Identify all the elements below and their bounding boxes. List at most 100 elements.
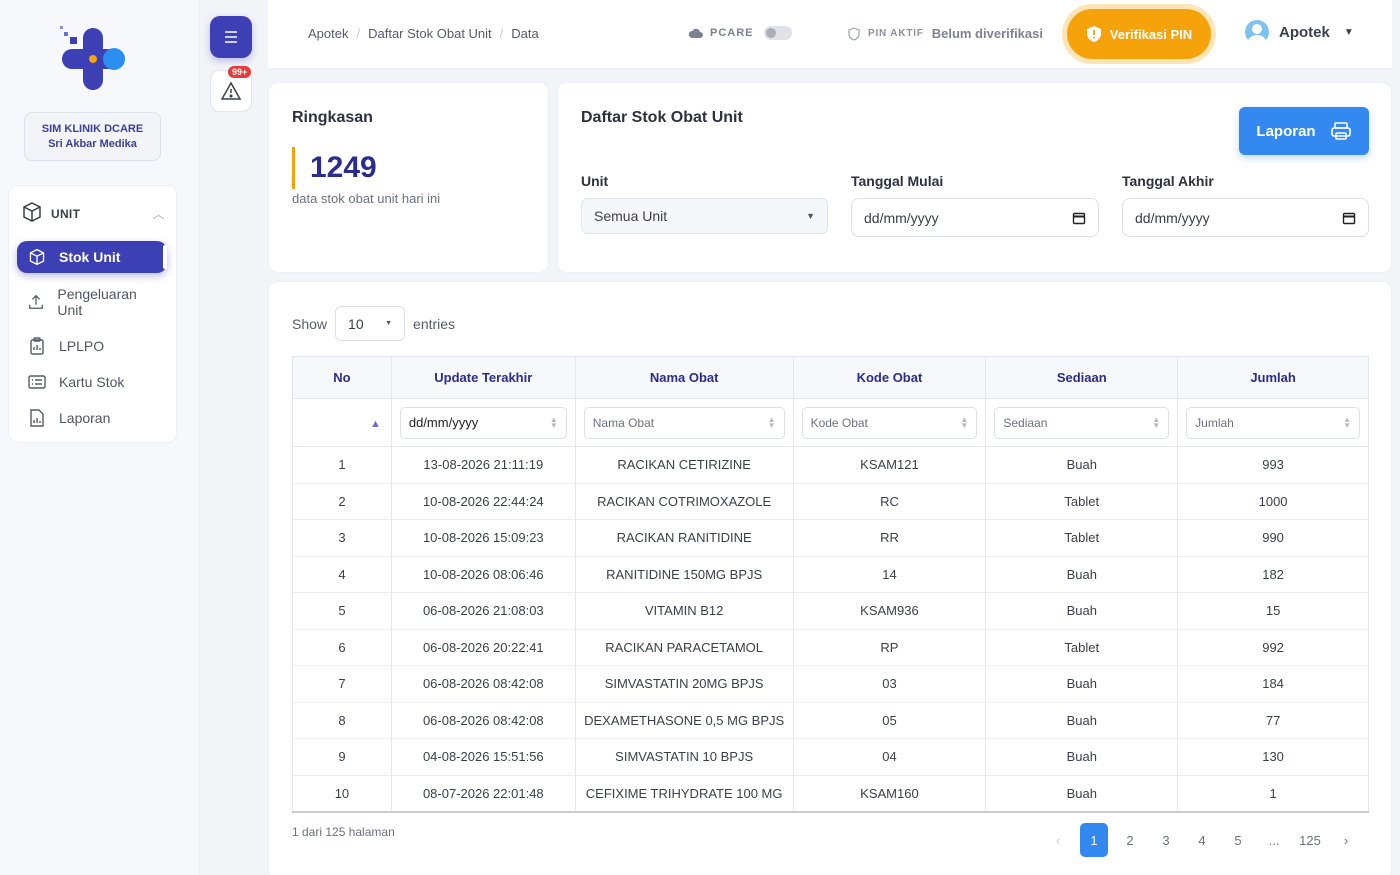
table-header-row: No Update Terakhir Nama Obat Kode Obat S… [292, 356, 1369, 399]
breadcrumb: Apotek / Daftar Stok Obat Unit / Data [308, 26, 539, 41]
entries-select[interactable]: 10 ▼ [335, 306, 406, 341]
sort-arrows-icon: ▲ ▼ [549, 414, 558, 430]
breadcrumb-item-daftar[interactable]: Daftar Stok Obat Unit [368, 26, 492, 41]
end-date-input[interactable]: dd/mm/yyyy [1122, 198, 1369, 237]
sidebar-item-lplpo[interactable]: LPLPO [17, 336, 167, 356]
filter-cell: dd/mm/yyyy ▲ ▼ [390, 398, 576, 447]
sort-up-icon[interactable]: ▲ [370, 418, 381, 430]
pagination-prev-button[interactable]: ‹ [1044, 823, 1072, 857]
unit-select[interactable]: Semua Unit ▼ [581, 198, 828, 234]
table-cell: Buah [985, 446, 1179, 484]
table-cell: 130 [1177, 738, 1369, 776]
pagination-page-5[interactable]: 5 [1224, 823, 1252, 857]
report-button[interactable]: Laporan [1239, 107, 1369, 155]
sidebar-item-pengeluaran-unit[interactable]: Pengeluaran Unit [17, 286, 157, 318]
pagination-page-4[interactable]: 4 [1188, 823, 1216, 857]
table-cell: Buah [985, 775, 1179, 813]
filter-nama-obat-input[interactable]: Nama Obat ▲ ▼ [583, 406, 785, 439]
calendar-icon [1342, 212, 1356, 224]
end-date-label: Tanggal Akhir [1122, 173, 1214, 189]
table-card: Show 10 ▼ entries No Update Terakhir Nam… [268, 281, 1392, 875]
verify-pin-button[interactable]: Verifikasi PIN [1067, 9, 1211, 59]
table-cell: 993 [1177, 446, 1369, 484]
summary-description: data stok obat unit hari ini [292, 191, 441, 206]
sidebar-item-stok-unit[interactable]: Stok Unit [17, 241, 167, 273]
pagination-page-2[interactable]: 2 [1116, 823, 1144, 857]
pagination-page-125[interactable]: 125 [1296, 823, 1324, 857]
filter-jumlah-input[interactable]: Jumlah ▲ ▼ [1186, 406, 1360, 439]
caret-down-icon: ▼ [1343, 26, 1354, 38]
table-row: 9 04-08-2026 15:51:56 SIMVASTATIN 10 BPJS 0… [292, 738, 1369, 776]
table-cell: 3 [292, 519, 392, 557]
column-header-jumlah[interactable]: Jumlah [1177, 356, 1369, 399]
summary-card: Ringkasan 1249 data stok obat unit hari … [268, 82, 549, 273]
pin-value: Belum diverifikasi [931, 26, 1043, 41]
show-label: Show [292, 315, 328, 332]
column-header-nama-obat[interactable]: Nama Obat [574, 356, 794, 399]
printer-icon [1330, 122, 1351, 140]
caret-down-icon: ▼ [385, 320, 393, 327]
table-cell: 10-08-2026 22:44:24 [390, 483, 576, 520]
table-cell: 06-08-2026 08:42:08 [390, 702, 576, 739]
pcare-label: PCARE [710, 27, 754, 39]
table-cell: SIMVASTATIN 20MG BPJS [574, 665, 794, 703]
filter-update-input[interactable]: dd/mm/yyyy ▲ ▼ [399, 406, 567, 439]
report-button-label: Laporan [1256, 122, 1316, 140]
sidebar-item-kartu-stok[interactable]: Kartu Stok [17, 372, 167, 392]
pagination-next-button[interactable]: › [1332, 823, 1360, 857]
table-cell: 06-08-2026 21:08:03 [390, 592, 576, 630]
clinic-subname: Sri Akbar Medika [48, 138, 137, 150]
start-date-input[interactable]: dd/mm/yyyy [851, 198, 1099, 237]
breadcrumb-item-apotek[interactable]: Apotek [308, 26, 348, 41]
start-date-label: Tanggal Mulai [851, 173, 944, 189]
table-cell: SIMVASTATIN 10 BPJS [574, 738, 794, 776]
table-cell: 08-07-2026 22:01:48 [390, 775, 576, 813]
sidebar-item-label: LPLPO [59, 338, 105, 354]
user-menu[interactable]: Apotek ▼ [1245, 20, 1354, 44]
table-cell: 06-08-2026 08:42:08 [390, 665, 576, 703]
entries-length-control: Show 10 ▼ entries [292, 306, 455, 341]
alerts-count-badge: 99+ [228, 66, 252, 78]
filter-kode-obat-input[interactable]: Kode Obat ▲ ▼ [801, 406, 978, 439]
filter-placeholder: Kode Obat [810, 415, 868, 430]
table-cell: 7 [292, 665, 392, 703]
filter-placeholder: Nama Obat [592, 415, 655, 430]
column-header-update[interactable]: Update Terakhir [390, 356, 576, 399]
table-cell: 04 [792, 738, 987, 776]
hamburger-icon [225, 31, 237, 43]
column-header-no[interactable]: No [292, 356, 392, 399]
pagination-page-1[interactable]: 1 [1080, 823, 1108, 857]
sidebar-item-laporan[interactable]: Laporan [17, 408, 167, 428]
table-row: 6 06-08-2026 20:22:41 RACIKAN PARACETAMOL R… [292, 629, 1369, 666]
page-info: 1 dari 125 halaman [292, 825, 395, 839]
report-icon [27, 408, 47, 428]
table-cell: KSAM936 [792, 592, 987, 630]
table-cell: RP [792, 629, 987, 666]
column-header-sediaan[interactable]: Sediaan [985, 356, 1179, 399]
unit-menu-header[interactable]: UNIT ︿ [21, 201, 164, 226]
table-cell: 2 [292, 483, 392, 520]
table-row: 8 06-08-2026 08:42:08 DEXAMETHASONE 0,5 MG… [292, 702, 1369, 739]
table-cell: 15 [1177, 592, 1369, 630]
table-cell: VITAMIN B12 [574, 592, 794, 630]
filter-cell: Nama Obat ▲ ▼ [574, 398, 794, 447]
sort-cell: ▲ [292, 398, 392, 447]
table-cell: 182 [1177, 556, 1369, 593]
clinic-name-box: SIM KLINIK DCARE Sri Akbar Medika [24, 112, 161, 161]
column-header-kode-obat[interactable]: Kode Obat [792, 356, 987, 399]
table-cell: 992 [1177, 629, 1369, 666]
hamburger-menu-button[interactable] [210, 16, 252, 58]
card-list-icon [27, 372, 47, 392]
filter-sediaan-input[interactable]: Sediaan ▲ ▼ [994, 406, 1170, 439]
pcare-toggle[interactable] [763, 26, 792, 40]
shield-outline-icon [848, 26, 860, 41]
table-cell: 1000 [1177, 483, 1369, 520]
entries-select-value: 10 [348, 315, 364, 332]
table-cell: 04-08-2026 15:51:56 [390, 738, 576, 776]
caret-down-icon: ▼ [806, 211, 815, 221]
pagination-page-3[interactable]: 3 [1152, 823, 1180, 857]
start-date-placeholder: dd/mm/yyyy [864, 209, 939, 226]
breadcrumb-separator: / [356, 26, 361, 41]
clinic-logo [56, 24, 128, 96]
table-cell: CEFIXIME TRIHYDRATE 100 MG [574, 775, 794, 813]
